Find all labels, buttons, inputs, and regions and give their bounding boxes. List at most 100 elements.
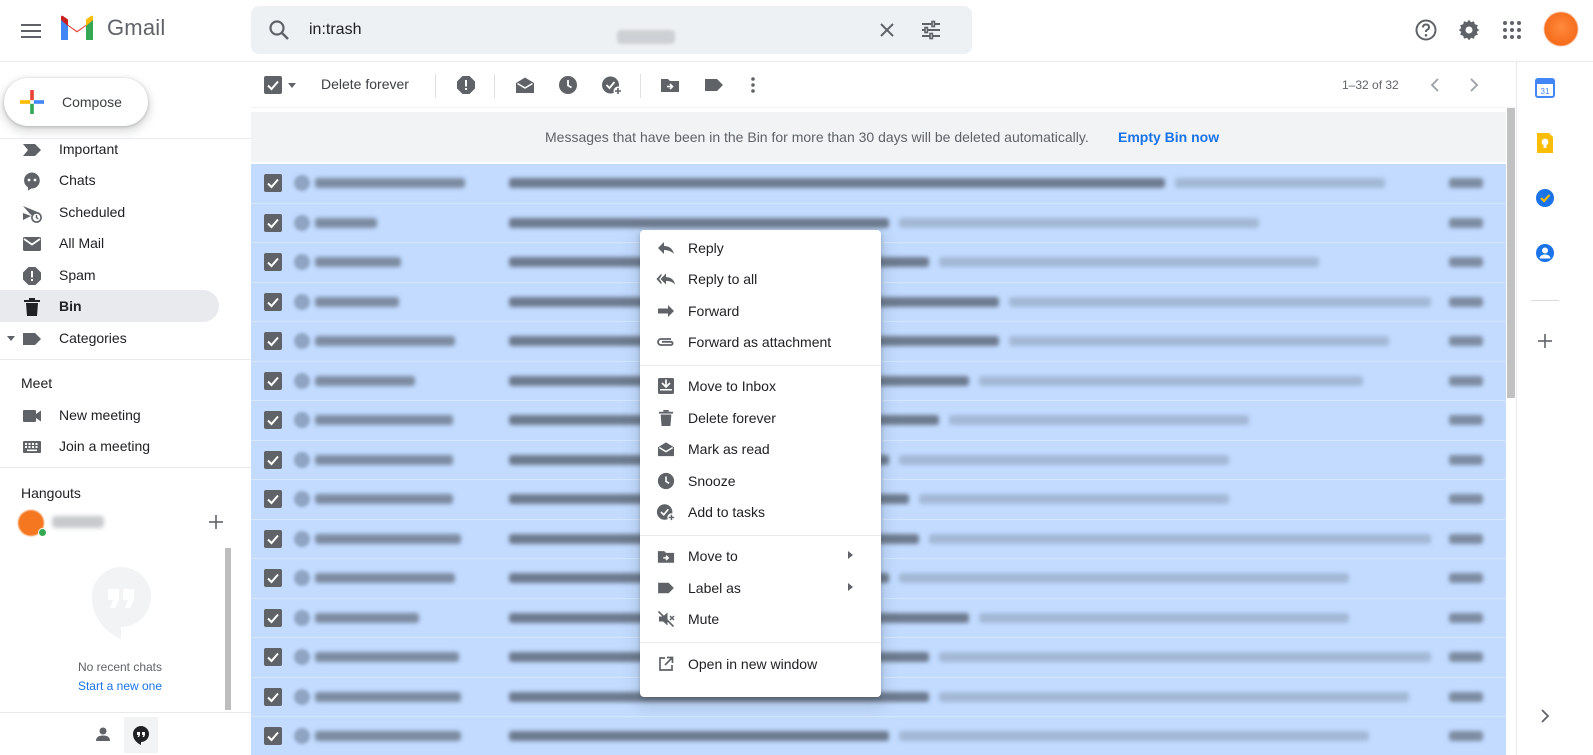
search-bar — [251, 6, 972, 54]
row-star-redacted[interactable] — [294, 609, 310, 626]
start-new-chat-link[interactable]: Start a new one — [0, 679, 240, 693]
clear-search-icon[interactable] — [875, 18, 899, 42]
settings-gear-icon[interactable] — [1455, 16, 1483, 44]
row-checkbox[interactable] — [264, 727, 282, 745]
row-star-redacted[interactable] — [294, 333, 310, 349]
row-star-redacted[interactable] — [294, 570, 310, 586]
menu-item-snooze[interactable]: Snooze — [640, 465, 881, 497]
more-options-icon[interactable] — [741, 73, 765, 97]
mark-as-read-icon[interactable] — [513, 73, 537, 97]
row-star-redacted[interactable] — [294, 372, 310, 389]
contacts-icon[interactable] — [1531, 239, 1559, 267]
gmail-logo[interactable]: Gmail — [59, 14, 165, 42]
row-star-redacted[interactable] — [294, 491, 310, 507]
row-star-redacted[interactable] — [294, 530, 310, 547]
search-icon[interactable] — [267, 18, 291, 42]
row-star-redacted[interactable] — [294, 412, 310, 428]
delete-forever-button[interactable]: Delete forever — [321, 76, 409, 92]
row-subject-redacted — [509, 217, 889, 228]
row-sender-redacted — [315, 336, 455, 346]
row-checkbox[interactable] — [264, 450, 282, 469]
menu-item-add-to-tasks[interactable]: Add to tasks — [640, 496, 881, 528]
row-checkbox[interactable] — [264, 174, 282, 192]
person-icon[interactable] — [90, 721, 116, 747]
row-checkbox[interactable] — [264, 411, 282, 429]
online-status-dot — [38, 528, 47, 537]
select-all-checkbox[interactable] — [261, 73, 285, 97]
row-star-redacted[interactable] — [294, 649, 310, 665]
search-input[interactable] — [307, 17, 867, 43]
row-checkbox[interactable] — [264, 371, 282, 390]
row-star-redacted[interactable] — [294, 254, 310, 270]
sidebar-item-label: Spam — [59, 267, 96, 283]
newer-chevron-left-icon[interactable] — [1423, 73, 1447, 97]
row-date-redacted — [1449, 454, 1483, 465]
new-meeting-item[interactable]: New meeting — [0, 399, 219, 431]
hangouts-icon[interactable] — [124, 717, 158, 753]
delete-icon — [656, 408, 676, 428]
menu-item-mark-as-read[interactable]: Mark as read — [640, 433, 881, 465]
row-checkbox[interactable] — [264, 253, 282, 271]
row-star-redacted[interactable] — [294, 728, 310, 744]
apps-grid-icon[interactable] — [1498, 16, 1526, 44]
main-menu-icon[interactable] — [16, 16, 46, 46]
sidebar-item-categories[interactable]: Categories — [0, 322, 219, 354]
compose-button[interactable]: Compose — [4, 78, 148, 126]
menu-item-reply[interactable]: Reply — [640, 232, 881, 264]
menu-item-forward[interactable]: Forward — [640, 295, 881, 327]
add-to-tasks-icon[interactable] — [600, 73, 624, 97]
row-checkbox[interactable] — [264, 608, 282, 627]
menu-item-move-to-inbox[interactable]: Move to Inbox — [640, 370, 881, 402]
older-chevron-right-icon[interactable] — [1462, 73, 1486, 97]
empty-bin-link[interactable]: Empty Bin now — [1118, 129, 1219, 145]
label-as-icon[interactable] — [702, 73, 726, 97]
search-options-icon[interactable] — [919, 18, 943, 42]
menu-item-forward-attachment[interactable]: Forward as attachment — [640, 326, 881, 358]
open-in-new-icon — [656, 654, 676, 674]
menu-item-reply-all[interactable]: Reply to all — [640, 263, 881, 295]
menu-item-move-to[interactable]: Move to — [640, 540, 881, 572]
sidebar-item-all-mail[interactable]: All Mail — [0, 227, 219, 259]
row-star-redacted[interactable] — [294, 175, 310, 191]
menu-item-open-new-window[interactable]: Open in new window — [640, 648, 881, 680]
row-star-redacted[interactable] — [294, 293, 310, 310]
add-hangout-icon[interactable] — [208, 514, 224, 530]
menu-item-label-as[interactable]: Label as — [640, 572, 881, 604]
row-checkbox[interactable] — [264, 529, 282, 548]
scrollbar-thumb[interactable] — [1507, 108, 1515, 398]
menu-item-delete-forever[interactable]: Delete forever — [640, 402, 881, 434]
row-checkbox[interactable] — [264, 213, 282, 232]
tasks-icon[interactable] — [1531, 184, 1559, 212]
row-checkbox[interactable] — [264, 569, 282, 587]
message-row[interactable] — [251, 717, 1506, 755]
row-date-redacted — [1449, 573, 1483, 583]
help-icon[interactable] — [1412, 16, 1440, 44]
report-spam-icon[interactable] — [454, 73, 478, 97]
message-list-scrollbar[interactable] — [1506, 108, 1516, 755]
row-checkbox[interactable] — [264, 332, 282, 350]
get-addons-plus-icon[interactable] — [1531, 327, 1559, 355]
sidebar-item-chats[interactable]: Chats — [0, 164, 219, 196]
account-avatar[interactable] — [1544, 12, 1578, 46]
show-side-panel-chevron-icon[interactable] — [1531, 702, 1559, 730]
row-checkbox[interactable] — [264, 687, 282, 706]
row-star-redacted[interactable] — [294, 451, 310, 468]
sidebar-item-bin[interactable]: Bin — [0, 290, 219, 322]
sidebar-item-important[interactable]: Important — [0, 133, 219, 165]
message-row[interactable] — [251, 164, 1506, 204]
select-dropdown-icon[interactable] — [288, 83, 296, 88]
row-checkbox[interactable] — [264, 648, 282, 666]
sidebar-item-spam[interactable]: Spam — [0, 259, 219, 291]
calendar-icon[interactable]: 31 — [1531, 74, 1559, 102]
row-star-redacted[interactable] — [294, 688, 310, 705]
keep-icon[interactable] — [1531, 129, 1559, 157]
join-meeting-item[interactable]: Join a meeting — [0, 430, 219, 462]
row-star-redacted[interactable] — [294, 214, 310, 231]
menu-item-mute[interactable]: Mute — [640, 603, 881, 635]
expand-arrow-icon[interactable] — [7, 336, 15, 341]
sidebar-item-scheduled[interactable]: Scheduled — [0, 196, 219, 228]
row-checkbox[interactable] — [264, 490, 282, 508]
row-checkbox[interactable] — [264, 292, 282, 311]
snooze-icon[interactable] — [556, 73, 580, 97]
move-to-icon[interactable] — [658, 73, 682, 97]
